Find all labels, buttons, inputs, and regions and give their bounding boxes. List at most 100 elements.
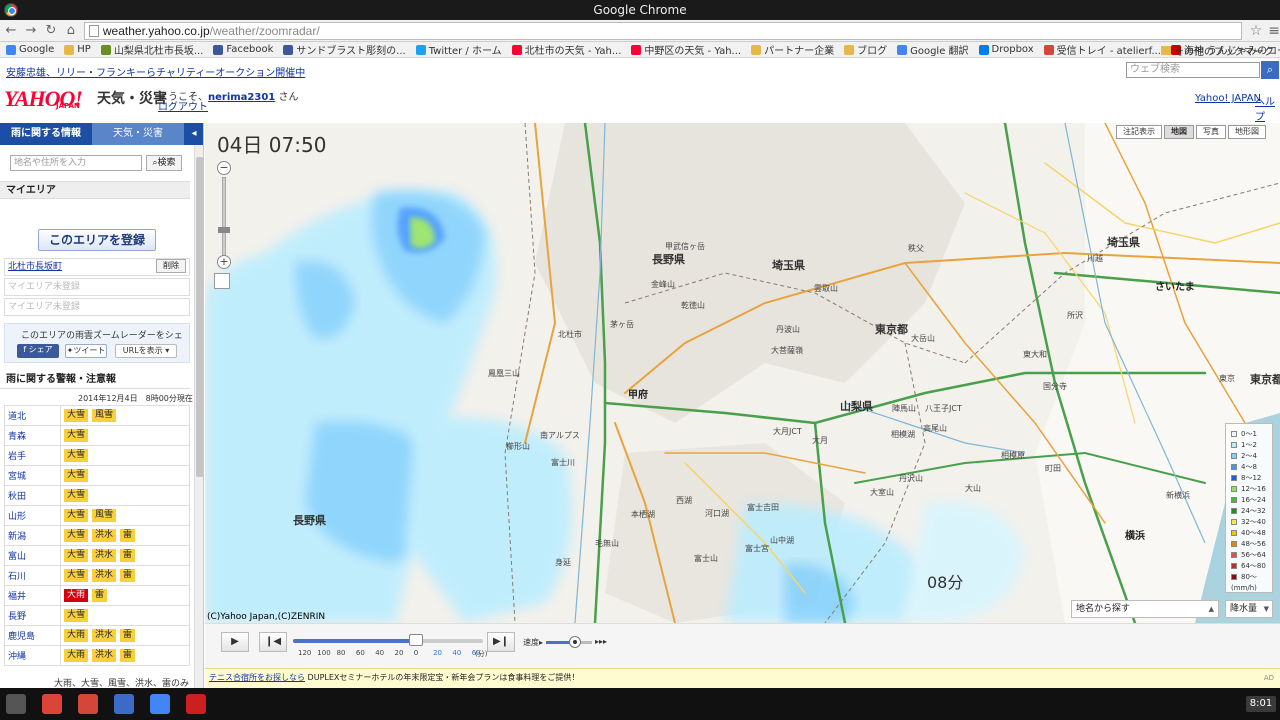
bookmark-star-icon[interactable]: ☆ (1250, 23, 1263, 39)
play-button[interactable]: ▶ (221, 632, 249, 652)
bookmark-item[interactable]: Twitter / ホーム (415, 42, 502, 57)
ad-link[interactable]: テニス合宿所をお探しなら (209, 673, 305, 682)
warning-row[interactable]: 鹿児島 大雨 洪水雷 (4, 625, 190, 646)
speed-slider-knob[interactable] (569, 636, 581, 648)
zoom-in-icon[interactable]: + (217, 255, 231, 269)
warning-row[interactable]: 沖縄 大雨 洪水雷 (4, 645, 190, 666)
bookmark-item[interactable]: パートナー企業 (751, 42, 834, 57)
bookmark-favicon-icon (897, 44, 908, 55)
place-search-dropdown[interactable]: 地名から探す ▲ (1071, 600, 1219, 618)
service-title[interactable]: 天気・災害 (97, 88, 167, 108)
warning-prefecture[interactable]: 道北 (4, 405, 61, 426)
map-type-map[interactable]: 地図 (1164, 125, 1194, 139)
bookmark-item[interactable]: 山梨県北杜市長坂... (100, 42, 203, 57)
reload-icon[interactable]: ↻ (42, 22, 60, 40)
zoom-track[interactable] (222, 177, 226, 257)
bookmark-item[interactable]: Facebook (213, 44, 273, 55)
warning-prefecture[interactable]: 岩手 (4, 445, 61, 466)
warning-prefecture[interactable]: 秋田 (4, 485, 61, 506)
collapse-sidebar-icon[interactable]: ◂ (184, 123, 203, 145)
zoom-out-icon[interactable]: − (217, 161, 231, 175)
radar-map[interactable]: 長野県 埼玉県 東京都 山梨県 長野県 埼玉県 東京都 甲府 さいたま 横浜 北杜市 南アルプス 富士川… (205, 123, 1280, 623)
warning-prefecture[interactable]: 石川 (4, 565, 61, 586)
warning-tag: 雷 (92, 589, 108, 602)
warning-row[interactable]: 石川 大雪 洪水雷 (4, 565, 190, 586)
forward-arrow-icon[interactable]: → (22, 22, 40, 40)
time-slider-knob[interactable] (409, 634, 423, 646)
username-link[interactable]: nerima2301 (208, 92, 275, 103)
place-search-input[interactable]: 地名や住所を入力 (10, 155, 142, 171)
top-news-link[interactable]: 安藤忠雄、リリー・フランキーらチャリティーオークション開催中 (6, 64, 305, 79)
warning-prefecture[interactable]: 青森 (4, 425, 61, 446)
warning-prefecture[interactable]: 富山 (4, 545, 61, 566)
back-arrow-icon[interactable]: ← (2, 22, 20, 40)
warning-row[interactable]: 新潟 大雪 洪水雷 (4, 525, 190, 546)
place-search-button[interactable]: ⌕検索 (146, 155, 182, 171)
warning-prefecture[interactable]: 山形 (4, 505, 61, 526)
warning-row[interactable]: 青森 大雪 (4, 425, 190, 446)
taskbar-gmail-icon[interactable] (78, 694, 98, 714)
other-bookmarks-folder[interactable]: その他のブックマーク (1161, 42, 1274, 57)
map-tool-icon[interactable] (214, 273, 230, 289)
taskbar-google-search-icon[interactable] (114, 694, 134, 714)
bookmark-item[interactable]: 中野区の天気 - Yah... (631, 42, 741, 57)
time-tick-label: 60 (355, 649, 365, 657)
warning-prefecture[interactable]: 沖縄 (4, 645, 61, 666)
system-clock[interactable]: 8:01 (1246, 696, 1276, 712)
warning-prefecture[interactable]: 長野 (4, 605, 61, 626)
taskbar-chrome-icon[interactable] (42, 694, 62, 714)
tab-weather-disaster[interactable]: 天気・災害 (92, 123, 184, 145)
bookmark-item[interactable]: 北杜市の天気 - Yah... (511, 42, 621, 57)
tweet-button[interactable]: ✦ツイート (65, 344, 107, 358)
step-back-button[interactable]: ❙◀ (259, 632, 287, 652)
zoom-slider-knob[interactable] (218, 227, 230, 233)
warning-prefecture[interactable]: 福井 (4, 585, 61, 606)
warning-row[interactable]: 富山 大雪 洪水雷 (4, 545, 190, 566)
warning-row[interactable]: 福井 大雨雷 (4, 585, 190, 606)
bookmark-item[interactable]: Google (6, 44, 54, 55)
bookmark-item[interactable]: HP (64, 44, 91, 55)
tab-rain-info[interactable]: 雨に関する情報 (0, 123, 92, 145)
bookmark-item[interactable]: サンドブラスト彫刻の... (283, 42, 406, 57)
taskbar-youtube-icon[interactable] (186, 694, 206, 714)
warning-row[interactable]: 山形 大雪 風雪 (4, 505, 190, 526)
warning-row[interactable]: 道北 大雪 風雪 (4, 405, 190, 426)
logout-link[interactable]: ログアウト (158, 98, 208, 113)
warning-row[interactable]: 宮城 大雪 (4, 465, 190, 486)
delete-area-button[interactable]: 削除 (156, 259, 186, 273)
warning-prefecture[interactable]: 宮城 (4, 465, 61, 486)
warning-row[interactable]: 長野 大雪 (4, 605, 190, 626)
map-type-photo[interactable]: 写真 (1196, 125, 1226, 139)
sidebar-scrollbar[interactable] (194, 145, 203, 688)
bookmark-item[interactable]: ブログ (844, 42, 887, 57)
web-search-button[interactable]: ⌕ (1261, 61, 1279, 79)
register-area-button[interactable]: このエリアを登録 (38, 229, 156, 251)
warning-row[interactable]: 秋田 大雪 (4, 485, 190, 506)
rain-amount-select[interactable]: 降水量 ▼ (1225, 600, 1273, 618)
bookmark-item[interactable]: 受信トレイ - atelierf... (1043, 42, 1161, 57)
bookmark-item[interactable]: Dropbox (978, 44, 1034, 55)
chrome-menu-icon[interactable]: ≡ (1268, 23, 1280, 39)
map-type-terrain[interactable]: 地形図 (1228, 125, 1266, 139)
facebook-share-button[interactable]: f シェア (17, 344, 59, 358)
help-link[interactable]: ヘルプ (1255, 93, 1280, 123)
taskbar-docs-icon[interactable] (150, 694, 170, 714)
warning-tags: 大雪 風雪 (60, 405, 190, 426)
map-type-labels[interactable]: 注記表示 (1116, 125, 1162, 139)
warning-prefecture[interactable]: 新潟 (4, 525, 61, 546)
warning-row[interactable]: 岩手 大雪 (4, 445, 190, 466)
bookmark-item[interactable]: Google 翻訳 (897, 42, 969, 57)
taskbar-launcher-icon[interactable] (6, 694, 26, 714)
address-bar[interactable]: weather.yahoo.co.jp/weather/zoomradar/ (83, 21, 1242, 40)
web-search-input[interactable]: ウェブ検索 (1126, 62, 1260, 78)
show-url-button[interactable]: URLを表示 ▾ (115, 344, 177, 358)
legend-swatch (1231, 562, 1237, 569)
time-slider[interactable] (293, 639, 483, 643)
window-title: Google Chrome (593, 3, 687, 17)
scrollbar-thumb[interactable] (196, 157, 203, 477)
step-forward-button[interactable]: ▶❙ (487, 632, 515, 652)
warning-prefecture[interactable]: 鹿児島 (4, 625, 61, 646)
yahoo-japan-link[interactable]: Yahoo! JAPAN (1195, 93, 1261, 104)
home-icon[interactable]: ⌂ (62, 22, 80, 40)
map-place-label: 大室山 (870, 488, 894, 497)
